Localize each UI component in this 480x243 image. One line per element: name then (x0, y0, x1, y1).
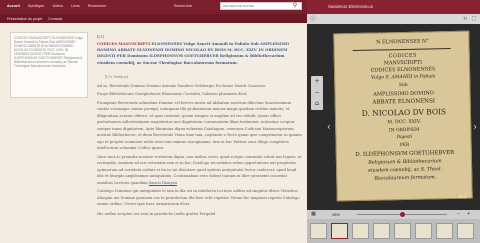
thumbnail-strip (307, 219, 480, 243)
thumbnail[interactable] (415, 223, 432, 239)
nav-item-videos[interactable]: Vidéos (52, 4, 63, 8)
zoom-percent: 38% (332, 212, 341, 217)
zoom-out-small-icon[interactable]: − (455, 211, 462, 218)
magnifier-icon[interactable]: ⚲ (290, 2, 300, 10)
page-rule (352, 47, 451, 52)
page-line: Religiosum & Bibliothecarium (368, 159, 442, 166)
home-icon[interactable]: ⌂ (311, 98, 323, 109)
folio-note: [f.1v Prefatio] (105, 75, 129, 80)
page-line: N ELNONENSES N° (376, 38, 429, 46)
info-icon[interactable]: ⓘ (310, 16, 316, 22)
page-line: Baccalaureum formatum. (374, 175, 437, 182)
nav-item-accueil[interactable]: Accueil (7, 4, 20, 8)
paragraph-5: Catalogo Dominus qui antiquitatis et iam… (97, 189, 300, 207)
viewer-header: Sanderus Electronicus (307, 0, 480, 14)
link-contacts[interactable]: Contacts (48, 17, 62, 21)
page-line: D. ILDEPHONSVM GOETGHEBVER (355, 149, 455, 159)
record-summary-box: CODICES MANUSCRIPTI ELNONENSES Vulgo San… (10, 32, 88, 98)
fullscreen-icon[interactable]: ⛶ (471, 16, 477, 22)
paragraph-3: Promptum Reverendo admodum Domine vel br… (97, 100, 302, 151)
record-summary-text: CODICES MANUSCRIPTI ELNONENSES Vulgo San… (14, 36, 83, 68)
page-number-label: IX-2 (459, 194, 467, 199)
thumbnail[interactable] (436, 223, 453, 239)
page-line: eiusdem coenobij, ac S. Theol. (368, 167, 443, 174)
sancti-dionysii-link[interactable]: Sancti Dionysii (149, 181, 177, 185)
nav-item-liens[interactable]: Liens (71, 4, 80, 8)
next-arrow-icon[interactable]: › (471, 122, 479, 134)
zoom-in-icon[interactable]: + (311, 76, 323, 87)
zoom-controls: + − ⌂ (311, 76, 323, 110)
nav-item-spicileges[interactable]: Spicilèges (28, 4, 44, 8)
page-line: Sub (398, 82, 408, 89)
thumbnail[interactable] (394, 223, 411, 239)
thumbnail[interactable] (352, 223, 369, 239)
zoom-out-icon[interactable]: − (311, 87, 323, 98)
paragraph-6: Hic nullae scriptae est sunt in praedict… (97, 211, 216, 216)
document-title-red: CODICES MANVSCRIPTI (97, 40, 152, 46)
link-presentation[interactable]: Présentation du projet (7, 17, 42, 21)
nav-item-rechercher[interactable]: Rechercher (88, 4, 107, 8)
image-stage[interactable]: N ELNONENSES N° CODICES MANVSCRIPTI CODI… (307, 24, 480, 210)
paragraph-4: Quia sunt ac promitto nostrae veritatem … (97, 154, 302, 187)
page-line: Digesti (396, 134, 413, 141)
rotate-icon[interactable]: ↻ (462, 16, 468, 22)
paragraph-1: Ad ss. Reverendo Domino Domino Antonio S… (97, 83, 267, 88)
document-title: CODICES MANVSCRIPTI ELNONENSES Vulgo San… (97, 41, 302, 67)
paragraph-2: Prope Bibliothecam Goetghebueri Elnonens… (97, 92, 248, 97)
thumbnail[interactable] (373, 223, 390, 239)
thumbnail[interactable] (310, 223, 327, 239)
paragraph-4-text: Quia sunt ac promitto nostrae veritatem … (97, 154, 302, 185)
zoom-slider-bar: ▦ 38% − + (307, 210, 480, 219)
manuscript-viewer: Sanderus Electronicus ⓘ ↻ ⛶ N ELNONENSES… (307, 0, 480, 243)
thumbnail-selected[interactable] (331, 223, 348, 239)
previous-arrow-icon[interactable]: ‹ (325, 122, 333, 134)
zoom-in-small-icon[interactable]: + (465, 211, 472, 218)
page-line: ABBATE ELNONENSI (372, 98, 436, 106)
page-line: M. DCC. XXIV. (387, 119, 421, 126)
main-nav: Accueil Spicilèges Vidéos Liens Recherch… (7, 4, 106, 8)
nav-center-label[interactable]: Rechercher (174, 4, 193, 8)
page-line: PER (399, 142, 410, 149)
thumbnail[interactable] (457, 223, 474, 239)
secondary-nav-bar: Présentation du projet Contacts (0, 14, 307, 23)
transcription-panel: [f.1] CODICES MANVSCRIPTI ELNONENSES Vul… (97, 30, 302, 243)
grid-icon[interactable]: ▦ (310, 211, 317, 218)
viewer-title: Sanderus Electronicus (328, 4, 374, 9)
manuscript-page-image[interactable]: N ELNONENSES N° CODICES MANVSCRIPTI CODI… (333, 30, 473, 202)
page-line: D. NICOLAO DV BOIS (361, 107, 447, 118)
zoom-slider-handle[interactable] (399, 211, 405, 217)
page-line: Vulgo S. AMANDI in Pabula (370, 74, 436, 81)
viewer-toolbar: ⓘ ↻ ⛶ (307, 14, 480, 24)
